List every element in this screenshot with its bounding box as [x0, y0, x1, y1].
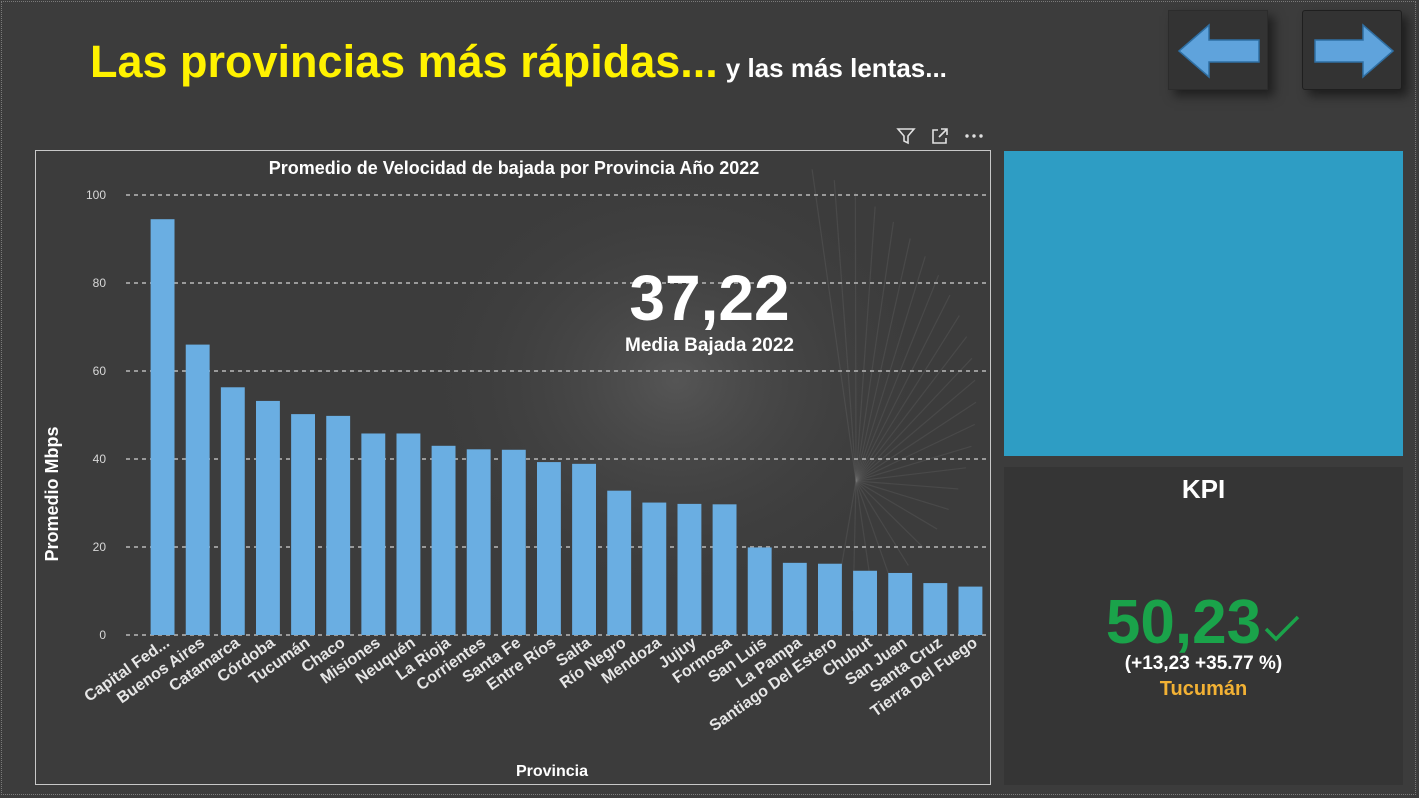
bar-chart: Promedio de Velocidad de bajada por Prov…: [42, 151, 986, 780]
arrow-right-icon: [1314, 23, 1395, 79]
y-tick-label: 0: [99, 628, 106, 642]
y-tick-label: 40: [93, 452, 107, 466]
bar[interactable]: [361, 433, 386, 635]
bar[interactable]: [923, 583, 948, 635]
y-tick-label: 20: [93, 540, 107, 554]
filter-icon[interactable]: [895, 125, 917, 147]
kpi-title: KPI: [1181, 474, 1226, 504]
bar[interactable]: [958, 586, 983, 635]
bar[interactable]: [712, 504, 737, 635]
bar[interactable]: [853, 570, 878, 635]
bar[interactable]: [501, 449, 526, 635]
bar[interactable]: [607, 490, 632, 635]
bar[interactable]: [888, 572, 913, 635]
average-label: Media Bajada 2022: [625, 335, 794, 356]
bar[interactable]: [291, 414, 316, 635]
visual-header: [893, 125, 993, 147]
bar[interactable]: [642, 502, 667, 635]
focus-mode-icon[interactable]: [929, 125, 951, 147]
bar[interactable]: [817, 563, 842, 635]
bar[interactable]: [782, 562, 807, 635]
average-value: 37,22: [629, 262, 790, 334]
bar[interactable]: [220, 387, 245, 635]
title-main: Las provincias más rápidas...: [90, 36, 718, 87]
chart-title: Promedio de Velocidad de bajada por Prov…: [269, 158, 759, 178]
bar[interactable]: [466, 449, 491, 635]
more-options-icon[interactable]: [963, 125, 985, 147]
bar[interactable]: [677, 503, 702, 635]
y-tick-label: 100: [86, 188, 106, 202]
bar[interactable]: [396, 433, 421, 635]
kpi-delta: (+13,23 +35.77 %): [1124, 653, 1283, 674]
back-button[interactable]: [1168, 10, 1268, 90]
x-axis-label: Provincia: [516, 763, 588, 780]
bar[interactable]: [431, 445, 456, 635]
bar[interactable]: [326, 415, 351, 635]
kpi-goal-label: Tucumán: [1159, 678, 1248, 700]
bar[interactable]: [255, 400, 280, 635]
forward-button[interactable]: [1302, 10, 1402, 90]
bar[interactable]: [747, 547, 772, 635]
bar[interactable]: [185, 344, 210, 635]
page-title: Las provincias más rápidas... y las más l…: [90, 36, 947, 88]
bar-chart-visual[interactable]: Promedio de Velocidad de bajada por Prov…: [35, 150, 991, 785]
kpi-value: 50,23: [1105, 588, 1262, 657]
kpi-value-row: 50,23: [1004, 590, 1403, 656]
bar[interactable]: [572, 463, 597, 635]
y-tick-label: 60: [93, 364, 107, 378]
checkmark-icon: [1263, 613, 1301, 648]
title-sub: y las más lentas...: [725, 53, 947, 83]
bar[interactable]: [536, 462, 561, 635]
y-axis-label: Promedio Mbps: [42, 426, 62, 561]
arrow-left-icon: [1177, 23, 1260, 79]
